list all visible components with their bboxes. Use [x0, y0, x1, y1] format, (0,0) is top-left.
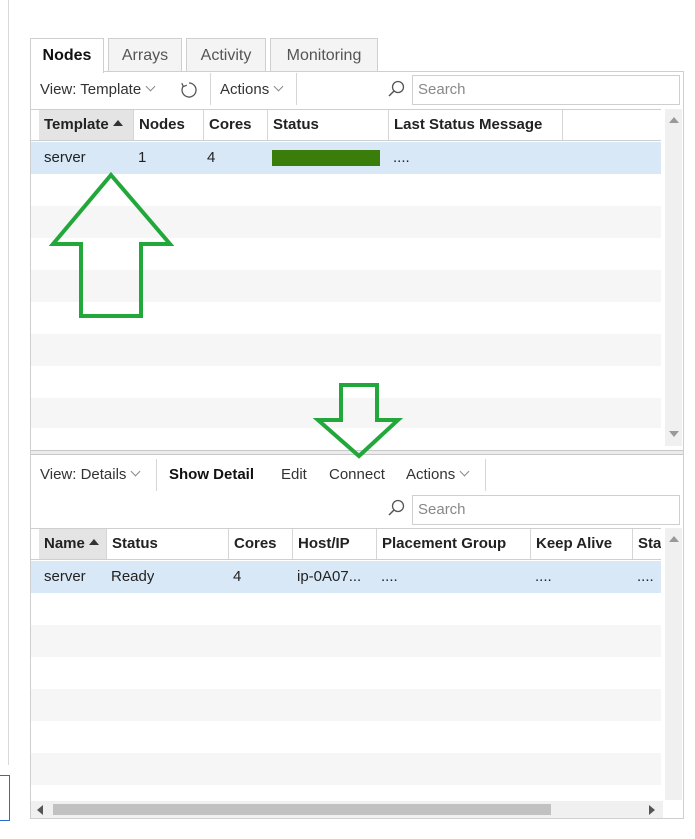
tab-nodes[interactable]: Nodes: [30, 38, 104, 73]
up-arrow-annotation: [48, 171, 175, 318]
annotation-overlay: [48, 171, 404, 459]
down-arrow-annotation: [312, 383, 404, 459]
